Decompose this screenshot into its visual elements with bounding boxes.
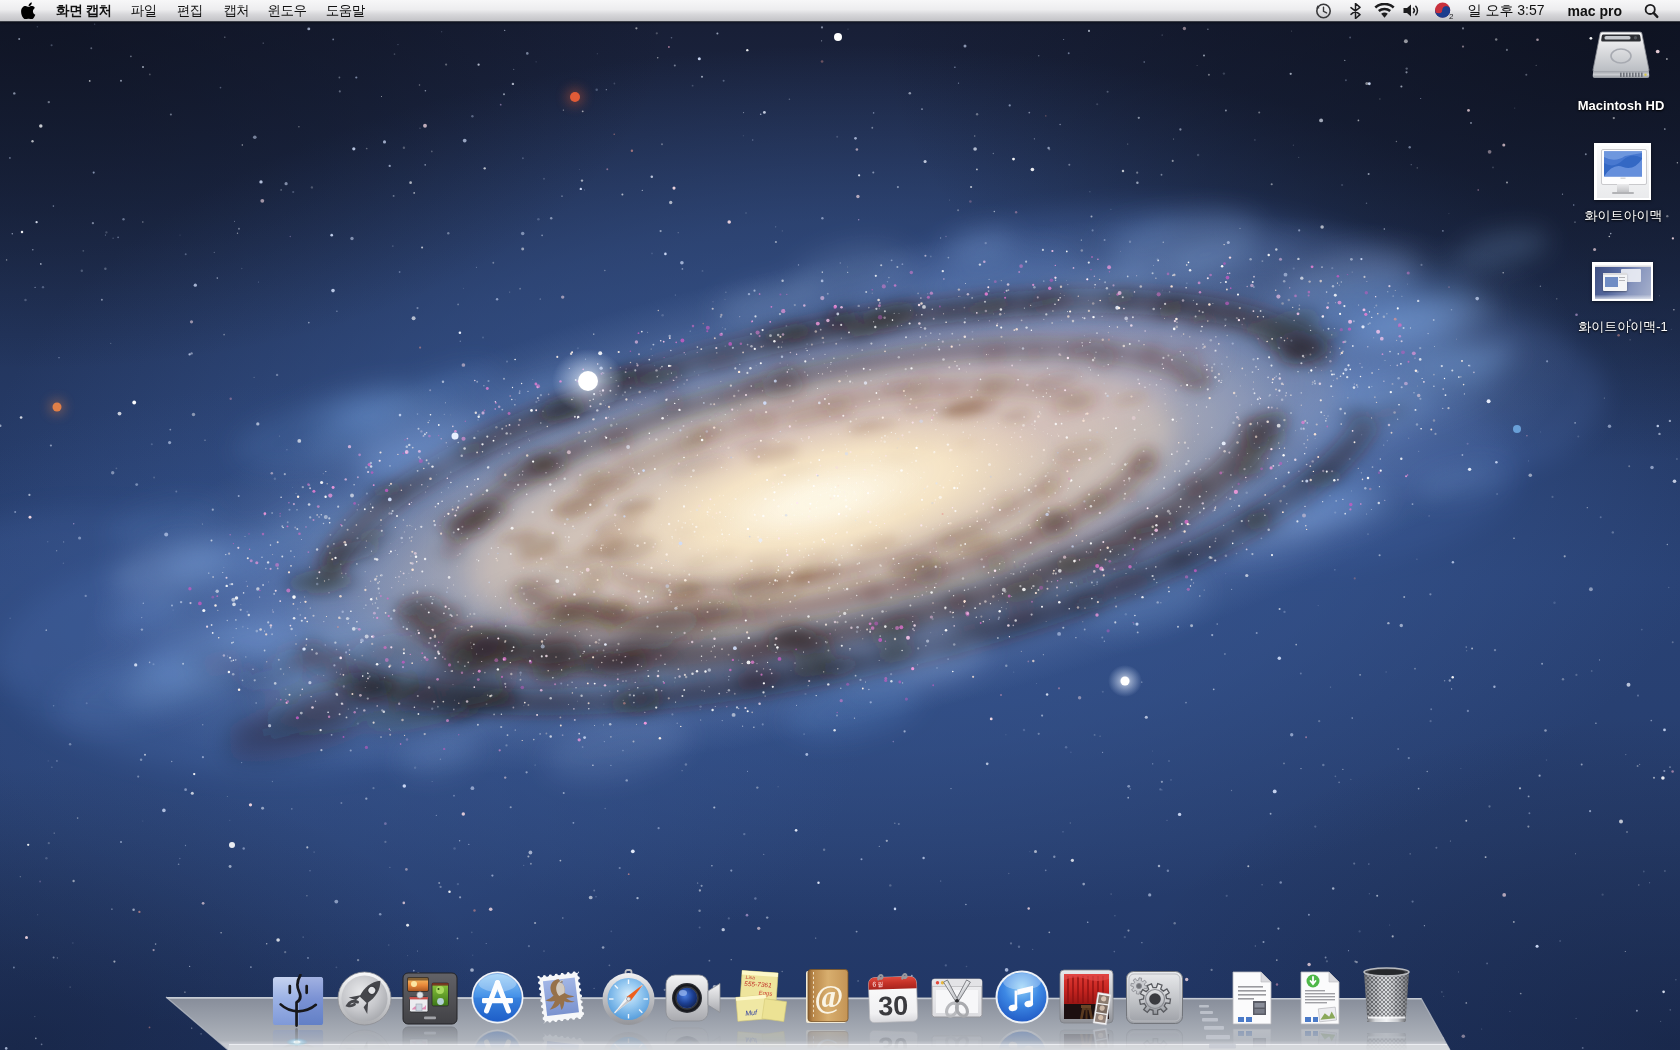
svg-text:30: 30 — [878, 990, 909, 1021]
svg-text:월: 월 — [877, 981, 883, 987]
svg-text:6: 6 — [872, 981, 876, 988]
svg-text:@: @ — [815, 979, 844, 1014]
svg-text:Muf: Muf — [745, 1009, 758, 1017]
svg-text:2: 2 — [1449, 12, 1453, 20]
